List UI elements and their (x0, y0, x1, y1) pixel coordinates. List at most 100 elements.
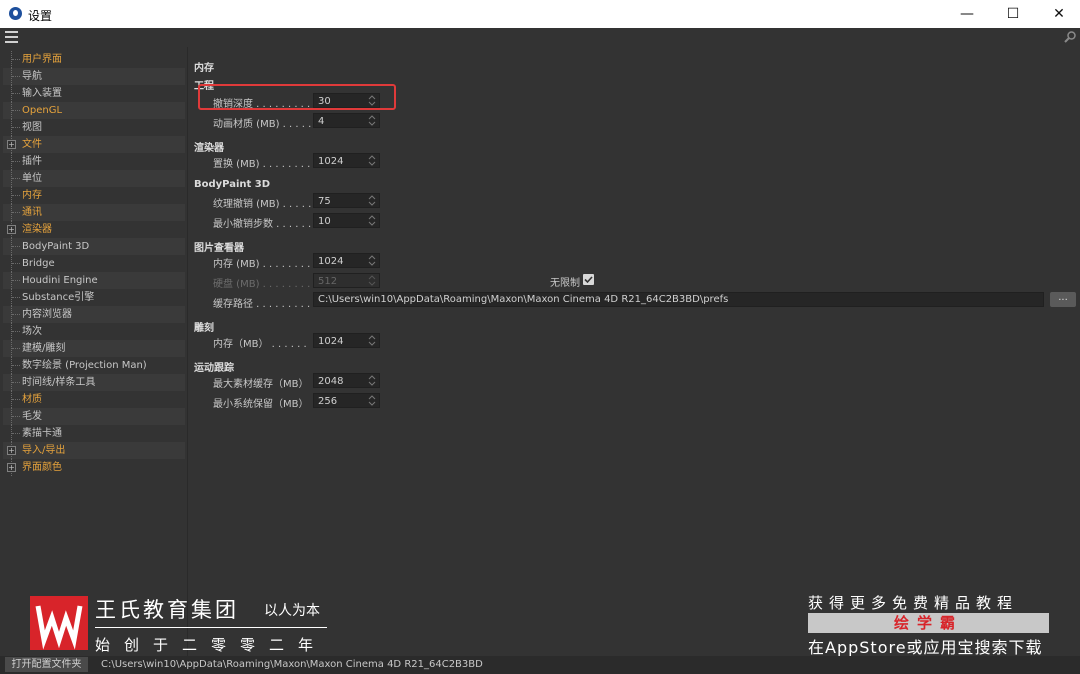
spinner-icon[interactable] (368, 115, 376, 126)
sidebar-item[interactable]: 时间线/样条工具 (3, 374, 185, 391)
tree-branch (12, 365, 20, 366)
spinner-icon[interactable] (368, 215, 376, 226)
sidebar-item[interactable]: + 界面颜色 (3, 459, 185, 476)
sidebar-item-label: 导入/导出 (22, 445, 66, 456)
watermark-brand: 绘学霸 (808, 613, 1049, 633)
sidebar-item[interactable]: Houdini Engine (3, 272, 185, 289)
section-heading-memory: 内存 (194, 63, 214, 74)
swap-label: 置换 (MB) . . . . . . . . (213, 159, 311, 170)
watermark-more-tutorials: 获得更多免费精品教程 (808, 594, 1019, 612)
tree-branch (12, 382, 20, 383)
cache-path-field[interactable]: C:\Users\win10\AppData\Roaming\Maxon\Max… (313, 292, 1044, 307)
sidebar-item[interactable]: 场次 (3, 323, 185, 340)
expand-icon[interactable]: + (7, 463, 16, 472)
animated-material-field[interactable]: 4 (313, 113, 380, 128)
close-button[interactable]: ✕ (1036, 0, 1080, 28)
viewer-disk-label: 硬盘 (MB) . . . . . . . . (213, 279, 311, 290)
sidebar-item-label: Bridge (22, 258, 55, 269)
status-bar: 打开配置文件夹 C:\Users\win10\AppData\Roaming\M… (0, 656, 1080, 674)
sidebar-item[interactable]: BodyPaint 3D (3, 238, 185, 255)
open-config-folder-button[interactable]: 打开配置文件夹 (5, 657, 88, 672)
viewer-disk-field: 512 (313, 273, 380, 288)
sidebar-item[interactable]: Substance引擎 (3, 289, 185, 306)
sidebar-item[interactable]: 插件 (3, 153, 185, 170)
tree-branch (12, 331, 20, 332)
tree-branch (12, 314, 20, 315)
spinner-icon[interactable] (368, 375, 376, 386)
sidebar-item[interactable]: 导航 (3, 68, 185, 85)
tree-branch (12, 59, 20, 60)
sidebar-item-label: BodyPaint 3D (22, 241, 90, 252)
viewer-memory-field[interactable]: 1024 (313, 253, 380, 268)
menu-icon[interactable] (5, 31, 18, 43)
sidebar-item-label: 毛发 (22, 411, 42, 422)
sidebar-item-label: 用户界面 (22, 54, 62, 65)
watermark-slogan: 以人为本 (264, 603, 320, 619)
sidebar-item[interactable]: 通讯 (3, 204, 185, 221)
spinner-icon[interactable] (368, 255, 376, 266)
spinner-icon[interactable] (368, 195, 376, 206)
sidebar-item-label: Substance引擎 (22, 292, 95, 303)
tree-branch (12, 195, 20, 196)
sidebar-item-label: 文件 (22, 139, 42, 150)
sidebar-item[interactable]: 建模/雕刻 (3, 340, 185, 357)
swap-field[interactable]: 1024 (313, 153, 380, 168)
section-heading-picture-viewer: 图片查看器 (194, 243, 244, 254)
sidebar-item[interactable]: 内容浏览器 (3, 306, 185, 323)
sidebar-item-label: 建模/雕刻 (22, 343, 66, 354)
spinner-icon[interactable] (368, 335, 376, 346)
sidebar-item[interactable]: + 渲染器 (3, 221, 185, 238)
expand-icon[interactable]: + (7, 225, 16, 234)
tree-branch (12, 178, 20, 179)
sculpt-memory-field[interactable]: 1024 (313, 333, 380, 348)
section-heading-bodypaint: BodyPaint 3D (194, 179, 271, 190)
tree-branch (12, 280, 20, 281)
watermark-since: 始创于二零零二年 (95, 636, 328, 654)
sidebar-item[interactable]: 材质 (3, 391, 185, 408)
spinner-icon[interactable] (368, 395, 376, 406)
highlight-annotation (198, 84, 396, 110)
min-system-reserve-label: 最小系统保留（MB） (213, 399, 309, 410)
expand-icon[interactable]: + (7, 140, 16, 149)
sidebar-item-label: 单位 (22, 173, 42, 184)
unlimited-checkbox[interactable] (583, 274, 594, 285)
sidebar-item-label: 插件 (22, 156, 42, 167)
minimize-button[interactable]: — (944, 0, 990, 28)
cache-path-label: 缓存路径 . . . . . . . . . (213, 299, 311, 310)
tree-branch (12, 416, 20, 417)
tree-branch (12, 348, 20, 349)
tree-branch (12, 263, 20, 264)
sidebar-item-label: 内存 (22, 190, 42, 201)
search-icon[interactable] (1063, 30, 1077, 44)
sidebar-item-label: 界面颜色 (22, 462, 62, 473)
tree-branch (12, 399, 20, 400)
spinner-icon[interactable] (368, 155, 376, 166)
sidebar-item[interactable]: 内存 (3, 187, 185, 204)
sidebar-item[interactable]: + 导入/导出 (3, 442, 185, 459)
min-undo-steps-field[interactable]: 10 (313, 213, 380, 228)
sidebar-item[interactable]: 数字绘景 (Projection Man) (3, 357, 185, 374)
sidebar-item[interactable]: + 文件 (3, 136, 185, 153)
tree-branch (12, 110, 20, 111)
sidebar-item[interactable]: Bridge (3, 255, 185, 272)
maximize-button[interactable]: ☐ (990, 0, 1036, 28)
sidebar-item[interactable]: 单位 (3, 170, 185, 187)
sidebar-item[interactable]: OpenGL (3, 102, 185, 119)
sidebar-item[interactable]: 输入装置 (3, 85, 185, 102)
max-footage-cache-field[interactable]: 2048 (313, 373, 380, 388)
min-system-reserve-field[interactable]: 256 (313, 393, 380, 408)
sidebar-item-label: 渲染器 (22, 224, 52, 235)
cinema4d-app-icon (9, 7, 22, 20)
sidebar-item[interactable]: 毛发 (3, 408, 185, 425)
texture-undo-field[interactable]: 75 (313, 193, 380, 208)
browse-button[interactable]: ... (1050, 292, 1076, 307)
unlimited-label: 无限制 (550, 278, 580, 289)
section-heading-renderer: 渲染器 (194, 143, 224, 154)
sidebar-item[interactable]: 素描卡通 (3, 425, 185, 442)
tree-branch (12, 297, 20, 298)
sidebar-item[interactable]: 视图 (3, 119, 185, 136)
sidebar-item-label: OpenGL (22, 105, 63, 116)
watermark-rule (95, 627, 327, 628)
sidebar-item[interactable]: 用户界面 (3, 51, 185, 68)
expand-icon[interactable]: + (7, 446, 16, 455)
